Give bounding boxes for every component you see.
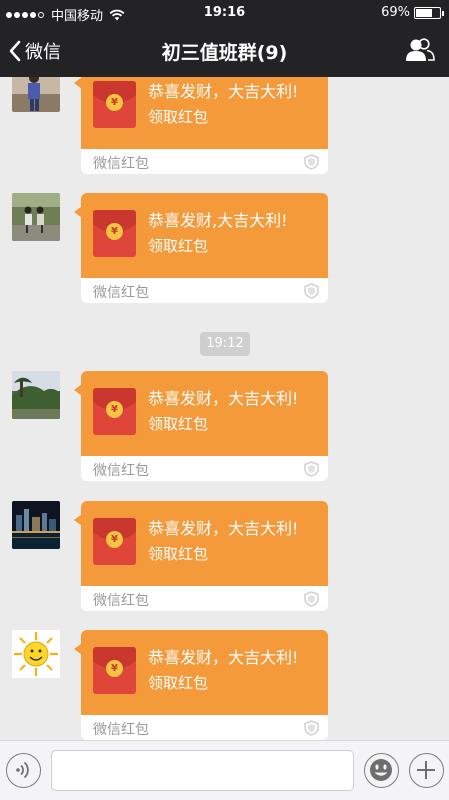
- red-packet-action: 领取红包: [148, 545, 209, 563]
- red-packet-action: 领取红包: [148, 237, 209, 255]
- input-bar: [0, 740, 449, 800]
- red-packet-brand: 微信红包: [93, 593, 149, 609]
- red-packet-brand: 微信红包: [93, 722, 149, 738]
- red-packet-bubble[interactable]: ¥ 恭喜发财，大吉大利! 领取红包 微信红包: [74, 501, 328, 611]
- shield-icon: [304, 720, 319, 736]
- shield-icon: [304, 283, 319, 299]
- battery-percent: 69%: [381, 5, 410, 20]
- avatar[interactable]: [12, 630, 60, 678]
- message-input[interactable]: [51, 750, 354, 791]
- shield-icon: [304, 154, 319, 170]
- avatar[interactable]: [12, 77, 60, 112]
- red-envelope-icon: ¥: [93, 81, 136, 128]
- red-packet-action: 领取红包: [148, 415, 209, 433]
- red-packet-brand: 微信红包: [93, 463, 149, 479]
- red-packet-action: 领取红包: [148, 108, 209, 126]
- time-divider: 19:12: [200, 332, 250, 356]
- voice-input-icon: [16, 761, 29, 779]
- status-bar: 中国移动 19:16 69%: [0, 0, 449, 26]
- avatar[interactable]: [12, 501, 60, 549]
- avatar[interactable]: [12, 193, 60, 241]
- red-packet-brand: 微信红包: [93, 156, 149, 172]
- red-packet-greeting: 恭喜发财，大吉大利!: [148, 389, 299, 408]
- red-packet-bubble[interactable]: ¥ 恭喜发财，大吉大利! 领取红包 微信红包: [74, 630, 328, 740]
- nav-bar: 微信 初三值班群(9): [0, 26, 449, 77]
- page-title: 初三值班群(9): [161, 42, 288, 64]
- red-envelope-icon: ¥: [93, 388, 136, 435]
- shield-icon: [304, 461, 319, 477]
- shield-icon: [304, 591, 319, 607]
- red-packet-bubble[interactable]: ¥ 恭喜发财，大吉大利! 领取红包 微信红包: [74, 77, 328, 174]
- red-packet-bubble[interactable]: ¥ 恭喜发财，大吉大利! 领取红包 微信红包: [74, 371, 328, 481]
- red-packet-greeting: 恭喜发财，大吉大利!: [148, 519, 299, 538]
- red-packet-action: 领取红包: [148, 674, 209, 692]
- avatar[interactable]: [12, 371, 60, 419]
- emoji-icon: [370, 759, 392, 781]
- red-packet-greeting: 恭喜发财，大吉大利!: [148, 648, 299, 667]
- red-packet-brand: 微信红包: [93, 285, 149, 301]
- red-envelope-icon: ¥: [93, 210, 136, 257]
- plus-icon: [417, 761, 435, 779]
- red-packet-bubble[interactable]: ¥ 恭喜发财,大吉大利! 领取红包 微信红包: [74, 193, 328, 303]
- chat-area[interactable]: ¥ 恭喜发财，大吉大利! 领取红包 微信红包 ¥ 恭喜发财,大吉大利! 领取红包…: [0, 77, 449, 740]
- emoji-button[interactable]: [364, 753, 399, 788]
- more-options-button[interactable]: [409, 753, 444, 788]
- voice-input-button[interactable]: [6, 753, 41, 788]
- red-packet-greeting: 恭喜发财，大吉大利!: [148, 82, 299, 101]
- red-envelope-icon: ¥: [93, 647, 136, 694]
- group-members-icon[interactable]: [405, 37, 435, 63]
- red-envelope-icon: ¥: [93, 518, 136, 565]
- red-packet-greeting: 恭喜发财,大吉大利!: [148, 211, 288, 230]
- chat-screen: 中国移动 19:16 69% 微信 初三值班群(9) ¥ 恭喜发财，大吉大利! …: [0, 0, 449, 800]
- top-bar: 中国移动 19:16 69% 微信 初三值班群(9): [0, 0, 449, 77]
- battery-icon: [414, 6, 444, 19]
- status-right: 69%: [381, 5, 444, 20]
